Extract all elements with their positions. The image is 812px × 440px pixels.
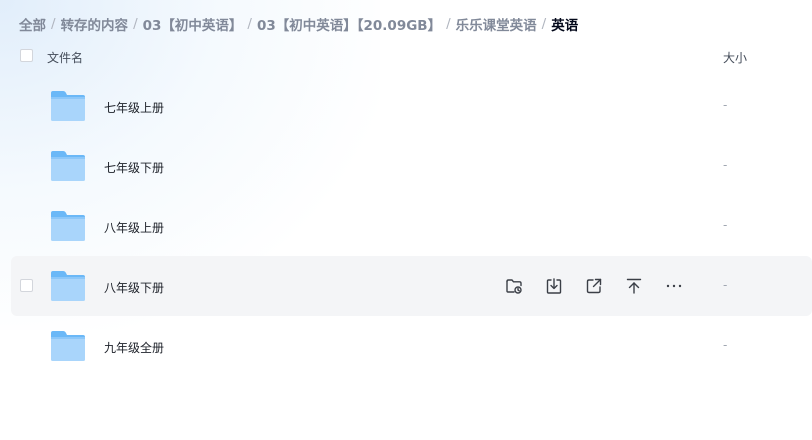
file-name[interactable]: 八年级下册 [104, 279, 164, 296]
breadcrumb: 全部 / 转存的内容 / 03【初中英语】 / 03【初中英语】【20.09GB… [19, 14, 578, 34]
move-top-icon[interactable] [623, 275, 645, 297]
download-icon[interactable] [543, 275, 565, 297]
file-size: - [723, 218, 728, 232]
folder-icon [51, 211, 85, 241]
share-icon[interactable] [583, 275, 605, 297]
folder-icon [51, 151, 85, 181]
breadcrumb-separator: / [133, 16, 138, 32]
file-name[interactable]: 八年级上册 [104, 219, 164, 236]
breadcrumb-junior-english-size[interactable]: 03【初中英语】【20.09GB】 [257, 14, 441, 34]
breadcrumb-all[interactable]: 全部 [19, 14, 46, 34]
breadcrumb-separator: / [51, 16, 56, 32]
folder-icon [51, 271, 85, 301]
row-actions [503, 275, 685, 297]
breadcrumb-separator: / [541, 16, 547, 32]
list-header: 文件名 大小 [0, 44, 812, 70]
file-row[interactable]: 七年级下册 - [0, 136, 812, 196]
folder-sync-icon[interactable] [503, 275, 525, 297]
file-row[interactable]: 九年级全册 - [0, 316, 812, 376]
breadcrumb-current-english: 英语 [551, 18, 579, 34]
file-row[interactable]: 八年级上册 - [0, 196, 812, 256]
file-name[interactable]: 七年级上册 [104, 99, 164, 116]
folder-icon [51, 331, 85, 361]
breadcrumb-lele-english[interactable]: 乐乐课堂英语 [456, 14, 537, 34]
breadcrumb-separator: / [446, 16, 451, 32]
file-name[interactable]: 七年级下册 [104, 159, 164, 176]
breadcrumb-saved-content[interactable]: 转存的内容 [61, 14, 129, 34]
folder-icon [51, 91, 85, 121]
file-row-hovered[interactable]: 八年级下册 - [11, 256, 812, 316]
row-checkbox[interactable] [20, 279, 33, 292]
breadcrumb-junior-english[interactable]: 03【初中英语】 [143, 14, 243, 34]
file-size: - [723, 158, 728, 172]
file-size: - [723, 338, 728, 352]
file-row[interactable]: 七年级上册 - [0, 76, 812, 136]
file-size: - [723, 278, 728, 292]
breadcrumb-separator: / [247, 16, 252, 32]
column-header-size[interactable]: 大小 [723, 49, 747, 66]
column-header-name[interactable]: 文件名 [47, 49, 83, 66]
more-icon[interactable] [663, 275, 685, 297]
file-list: 七年级上册 - 七年级下册 - 八年级上册 - 八年级下册 - 九年级全册 - [0, 76, 812, 376]
file-name[interactable]: 九年级全册 [104, 339, 164, 356]
file-size: - [723, 98, 728, 112]
select-all-checkbox[interactable] [20, 49, 33, 62]
